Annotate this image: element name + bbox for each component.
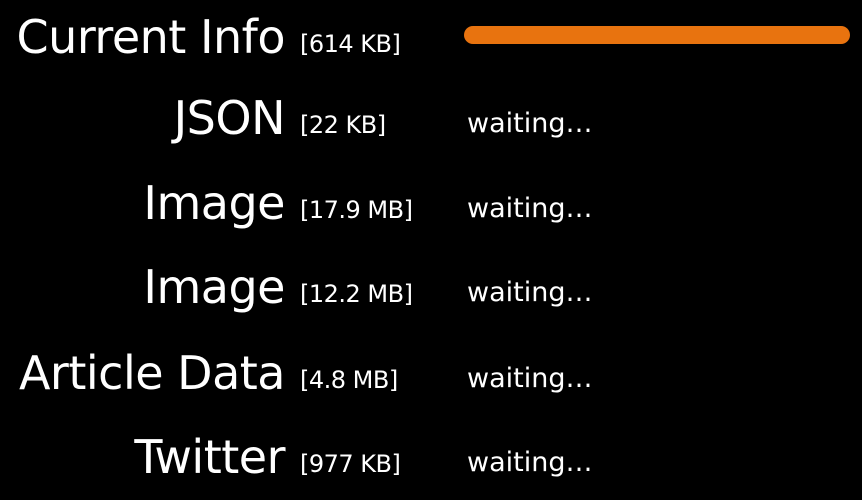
resource-size: [17.9 MB] (300, 196, 413, 224)
progress-bar (464, 26, 850, 44)
resource-size: [22 KB] (300, 111, 386, 139)
resource-name: Current Info (16, 10, 286, 64)
status-text: waiting… (467, 193, 593, 224)
status-text: waiting… (467, 277, 593, 308)
resource-name: Image (143, 176, 285, 230)
resource-size: [4.8 MB] (300, 366, 398, 394)
status-text: waiting… (467, 363, 593, 394)
download-row-image-1: Image [17.9 MB] waiting… (0, 166, 862, 246)
resource-size: [12.2 MB] (300, 280, 413, 308)
resource-name: Article Data (18, 346, 286, 400)
resource-name: Image (143, 260, 285, 314)
resource-name: Twitter (134, 430, 285, 484)
download-row-twitter: Twitter [977 KB] waiting… (0, 420, 862, 500)
resource-size: [977 KB] (300, 450, 401, 478)
status-text: waiting… (467, 108, 593, 139)
resource-name: JSON (173, 91, 286, 145)
download-row-json: JSON [22 KB] waiting… (0, 81, 862, 161)
download-row-image-2: Image [12.2 MB] waiting… (0, 250, 862, 330)
download-row-current-info: Current Info [614 KB] (0, 0, 862, 80)
status-text: waiting… (467, 447, 593, 478)
download-row-article-data: Article Data [4.8 MB] waiting… (0, 336, 862, 416)
resource-size: [614 KB] (300, 30, 401, 58)
